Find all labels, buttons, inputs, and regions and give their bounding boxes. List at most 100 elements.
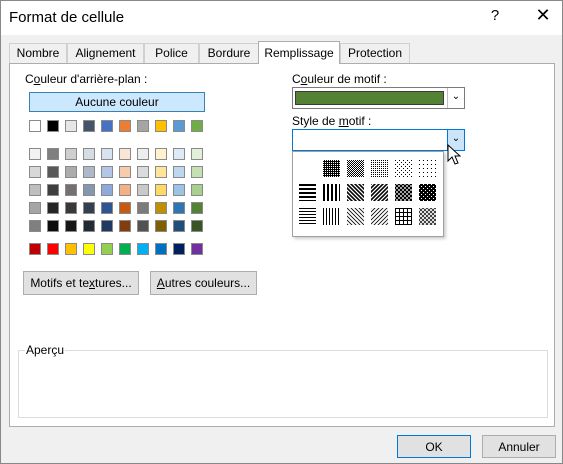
shade-color-swatch[interactable] — [173, 202, 185, 214]
shade-color-swatch[interactable] — [119, 166, 131, 178]
shade-color-swatch[interactable] — [29, 166, 41, 178]
theme-color-swatch[interactable] — [119, 120, 131, 132]
tab-bordure[interactable]: Bordure — [199, 43, 259, 63]
shade-color-swatch[interactable] — [137, 202, 149, 214]
shade-color-swatch[interactable] — [119, 184, 131, 196]
theme-color-swatch[interactable] — [65, 120, 77, 132]
shade-color-swatch[interactable] — [47, 220, 59, 232]
shade-color-swatch[interactable] — [101, 184, 113, 196]
pattern-dark-gray[interactable] — [322, 159, 341, 178]
standard-color-swatch[interactable] — [191, 243, 203, 255]
theme-color-swatch[interactable] — [155, 120, 167, 132]
theme-color-swatch[interactable] — [191, 120, 203, 132]
tab-nombre[interactable]: Nombre — [9, 43, 67, 63]
shade-color-swatch[interactable] — [191, 148, 203, 160]
pattern-gray-12[interactable] — [394, 159, 413, 178]
pattern-gray-6[interactable] — [418, 159, 437, 178]
pattern-thin-diagonal-crosshatch[interactable] — [418, 207, 437, 226]
standard-color-swatch[interactable] — [119, 243, 131, 255]
shade-color-swatch[interactable] — [173, 148, 185, 160]
shade-color-swatch[interactable] — [173, 220, 185, 232]
shade-color-swatch[interactable] — [29, 220, 41, 232]
shade-color-swatch[interactable] — [101, 220, 113, 232]
pattern-thin-horizontal-stripe[interactable] — [298, 207, 317, 226]
pattern-vertical-stripe[interactable] — [322, 183, 341, 202]
tab-police[interactable]: Police — [144, 43, 199, 63]
shade-color-swatch[interactable] — [101, 202, 113, 214]
standard-color-swatch[interactable] — [137, 243, 149, 255]
shade-color-swatch[interactable] — [191, 202, 203, 214]
close-button[interactable]: ✕ — [533, 5, 553, 26]
tab-alignement[interactable]: Alignement — [67, 43, 144, 63]
pattern-thin-reverse-diagonal-stripe[interactable] — [346, 207, 365, 226]
shade-color-swatch[interactable] — [83, 220, 95, 232]
shade-color-swatch[interactable] — [29, 148, 41, 160]
shade-color-swatch[interactable] — [119, 220, 131, 232]
pattern-thin-vertical-stripe[interactable] — [322, 207, 341, 226]
shade-color-swatch[interactable] — [83, 184, 95, 196]
shade-color-swatch[interactable] — [155, 220, 167, 232]
shade-color-swatch[interactable] — [155, 184, 167, 196]
shade-color-swatch[interactable] — [29, 202, 41, 214]
pattern-horizontal-stripe[interactable] — [298, 183, 317, 202]
shade-color-swatch[interactable] — [65, 202, 77, 214]
shade-color-swatch[interactable] — [47, 166, 59, 178]
shade-color-swatch[interactable] — [137, 148, 149, 160]
shade-color-swatch[interactable] — [137, 220, 149, 232]
pattern-medium-gray[interactable] — [346, 159, 365, 178]
theme-color-swatch[interactable] — [29, 120, 41, 132]
tab-protection[interactable]: Protection — [340, 43, 410, 63]
shade-color-swatch[interactable] — [47, 202, 59, 214]
shade-color-swatch[interactable] — [101, 166, 113, 178]
shade-color-swatch[interactable] — [119, 202, 131, 214]
theme-color-swatch[interactable] — [101, 120, 113, 132]
shade-color-swatch[interactable] — [155, 148, 167, 160]
pattern-thin-diagonal-stripe[interactable] — [370, 207, 389, 226]
more-colors-button[interactable]: Autres couleurs... — [150, 271, 257, 295]
theme-color-swatch[interactable] — [47, 120, 59, 132]
shade-color-swatch[interactable] — [137, 184, 149, 196]
shade-color-swatch[interactable] — [47, 184, 59, 196]
shade-color-swatch[interactable] — [65, 166, 77, 178]
shade-color-swatch[interactable] — [119, 148, 131, 160]
standard-color-swatch[interactable] — [29, 243, 41, 255]
shade-color-swatch[interactable] — [191, 220, 203, 232]
pattern-reverse-diagonal-stripe[interactable] — [346, 183, 365, 202]
shade-color-swatch[interactable] — [191, 184, 203, 196]
shade-color-swatch[interactable] — [191, 166, 203, 178]
tab-remplissage[interactable]: Remplissage — [258, 41, 340, 64]
shade-color-swatch[interactable] — [137, 166, 149, 178]
shade-color-swatch[interactable] — [83, 148, 95, 160]
help-button[interactable]: ? — [488, 7, 502, 24]
pattern-diagonal-stripe[interactable] — [370, 183, 389, 202]
theme-color-swatch[interactable] — [173, 120, 185, 132]
standard-color-swatch[interactable] — [83, 243, 95, 255]
pattern-none[interactable] — [298, 159, 317, 178]
ok-button[interactable]: OK — [397, 435, 471, 458]
cancel-button[interactable]: Annuler — [482, 435, 556, 458]
pattern-style-select[interactable]: ⌄ — [292, 129, 465, 151]
shade-color-swatch[interactable] — [65, 220, 77, 232]
shade-color-swatch[interactable] — [173, 166, 185, 178]
theme-color-swatch[interactable] — [83, 120, 95, 132]
shade-color-swatch[interactable] — [101, 148, 113, 160]
shade-color-swatch[interactable] — [83, 202, 95, 214]
shade-color-swatch[interactable] — [173, 184, 185, 196]
shade-color-swatch[interactable] — [155, 202, 167, 214]
standard-color-swatch[interactable] — [101, 243, 113, 255]
shade-color-swatch[interactable] — [29, 184, 41, 196]
standard-color-swatch[interactable] — [173, 243, 185, 255]
no-color-button[interactable]: Aucune couleur — [29, 92, 205, 112]
chevron-down-icon[interactable]: ⌄ — [447, 88, 464, 108]
pattern-thin-horizontal-crosshatch[interactable] — [394, 207, 413, 226]
pattern-light-gray[interactable] — [370, 159, 389, 178]
standard-color-swatch[interactable] — [65, 243, 77, 255]
standard-color-swatch[interactable] — [47, 243, 59, 255]
shade-color-swatch[interactable] — [155, 166, 167, 178]
shade-color-swatch[interactable] — [65, 184, 77, 196]
shade-color-swatch[interactable] — [65, 148, 77, 160]
fill-effects-button[interactable]: Motifs et textures... — [23, 271, 139, 295]
theme-color-swatch[interactable] — [137, 120, 149, 132]
standard-color-swatch[interactable] — [155, 243, 167, 255]
shade-color-swatch[interactable] — [83, 166, 95, 178]
